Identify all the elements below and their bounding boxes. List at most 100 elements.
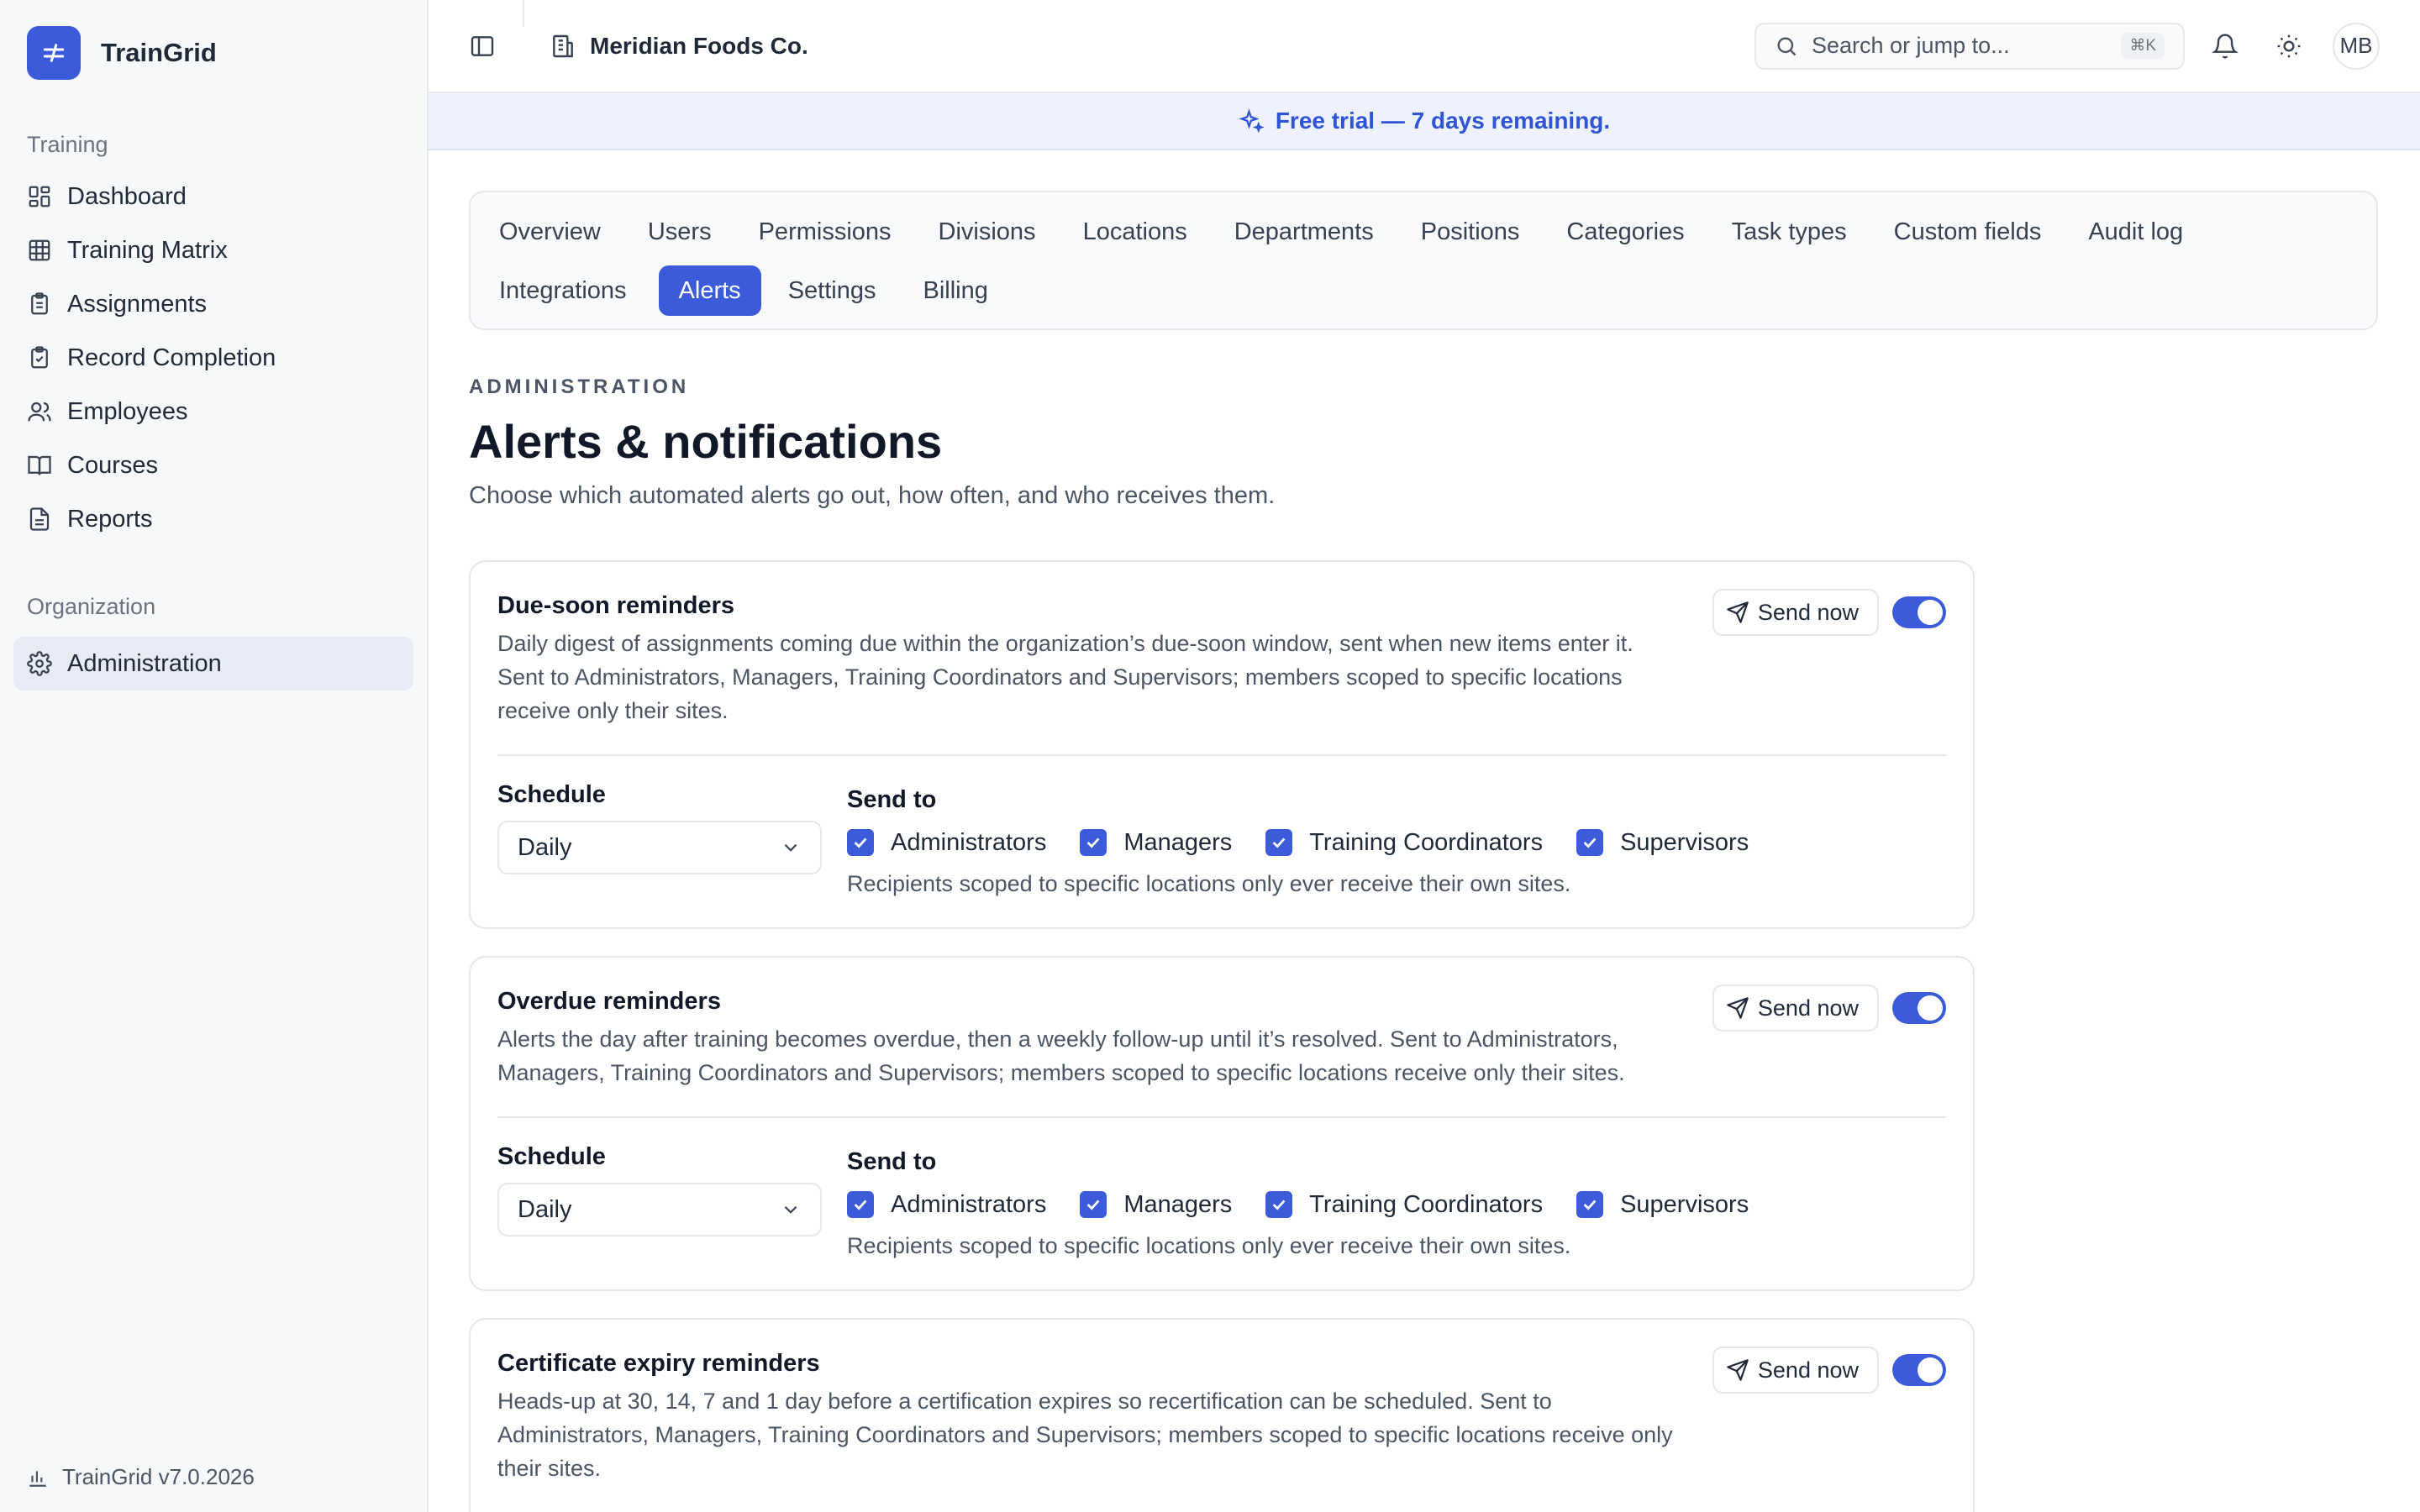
tabs-row-1: Overview Users Permissions Divisions Loc… [484, 202, 2363, 261]
alert-title: Due-soon reminders [497, 592, 734, 619]
tab-task-types[interactable]: Task types [1717, 207, 1862, 257]
page-content: Overview Users Permissions Divisions Loc… [429, 150, 2420, 1512]
tab-categories[interactable]: Categories [1551, 207, 1699, 257]
alert-enabled-toggle[interactable] [1892, 596, 1946, 628]
tab-permissions[interactable]: Permissions [744, 207, 907, 257]
send-now-label: Send now [1757, 1357, 1859, 1383]
main-content: Meridian Foods Co. Search or jump to... … [429, 0, 2420, 1512]
tabs-row-2: Integrations Alerts Settings Billing [484, 261, 2363, 320]
checkbox-checked-icon [1080, 829, 1107, 856]
tab-custom-fields[interactable]: Custom fields [1879, 207, 2057, 257]
recipient-label: Administrators [891, 1190, 1047, 1218]
org-name: Meridian Foods Co. [590, 32, 808, 59]
sun-icon [2277, 34, 2301, 57]
checkbox-checked-icon [847, 1191, 874, 1218]
tab-positions[interactable]: Positions [1406, 207, 1535, 257]
bell-icon [2212, 34, 2238, 59]
tab-alerts[interactable]: Alerts [658, 265, 761, 316]
toggle-sidebar-button[interactable] [459, 23, 506, 70]
send-to-label: Send to [847, 1148, 937, 1175]
checkbox-checked-icon [1576, 829, 1604, 856]
notifications-button[interactable] [2202, 23, 2249, 70]
card-divider [497, 754, 1946, 756]
sidebar-item-training-matrix[interactable]: Training Matrix [13, 223, 413, 277]
recipient-checkbox-administrators[interactable]: Administrators [847, 826, 1046, 859]
alert-card-overdue: Overdue reminders Alerts the day after t… [469, 956, 1975, 1291]
search-input[interactable]: Search or jump to... ⌘K [1754, 22, 2185, 70]
send-icon [1727, 1359, 1749, 1381]
sidebar-item-record-completion[interactable]: Record Completion [13, 331, 413, 385]
sidebar-item-dashboard[interactable]: Dashboard [13, 170, 413, 223]
schedule-value: Daily [518, 1195, 572, 1223]
sidebar: TrainGrid Training Dashboard Training Ma… [0, 0, 429, 1512]
tab-audit-log[interactable]: Audit log [2073, 207, 2198, 257]
recipients-hint: Recipients scoped to specific locations … [847, 1233, 1571, 1258]
tab-users[interactable]: Users [633, 207, 727, 257]
recipient-label: Administrators [891, 828, 1047, 856]
recipient-checkbox-managers[interactable]: Managers [1080, 1188, 1232, 1221]
theme-toggle-button[interactable] [2265, 23, 2312, 70]
tab-overview[interactable]: Overview [484, 207, 616, 257]
sidebar-item-reports[interactable]: Reports [13, 492, 413, 546]
sidebar-item-assignments[interactable]: Assignments [13, 277, 413, 331]
schedule-select[interactable]: Daily [497, 1183, 822, 1236]
tab-settings[interactable]: Settings [773, 265, 892, 316]
search-placeholder: Search or jump to... [1812, 33, 2010, 58]
recipient-checkbox-supervisors[interactable]: Supervisors [1576, 1188, 1749, 1221]
recipient-label: Training Coordinators [1309, 1190, 1544, 1218]
alert-enabled-toggle[interactable] [1892, 1354, 1946, 1386]
recipient-label: Managers [1123, 1190, 1233, 1218]
recipients-hint: Recipients scoped to specific locations … [847, 871, 1571, 896]
send-now-label: Send now [1757, 599, 1859, 625]
sidebar-item-courses[interactable]: Courses [13, 438, 413, 492]
send-now-label: Send now [1757, 995, 1859, 1021]
topbar-divider [523, 0, 524, 27]
tab-billing[interactable]: Billing [908, 265, 1002, 316]
org-switcher[interactable]: Meridian Foods Co. [550, 33, 808, 60]
send-now-button[interactable]: Send now [1712, 1347, 1879, 1394]
alert-card-certificate-expiry: Certificate expiry reminders Heads-up at… [469, 1318, 1975, 1512]
tab-divisions[interactable]: Divisions [923, 207, 1051, 257]
send-now-button[interactable]: Send now [1712, 984, 1879, 1032]
recipient-checkbox-managers[interactable]: Managers [1080, 826, 1232, 859]
avatar[interactable]: MB [2333, 22, 2380, 70]
nav-section-organization: Organization [27, 594, 156, 619]
recipient-checkbox-training-coordinators[interactable]: Training Coordinators [1265, 826, 1543, 859]
checkbox-checked-icon [1265, 829, 1293, 856]
recipient-checkbox-supervisors[interactable]: Supervisors [1576, 826, 1749, 859]
app-logo-icon [27, 26, 81, 80]
schedule-label: Schedule [497, 1143, 606, 1170]
alert-description: Daily digest of assignments coming due w… [497, 631, 1634, 723]
recipient-checkbox-training-coordinators[interactable]: Training Coordinators [1265, 1188, 1543, 1221]
grid-icon [29, 239, 50, 261]
sidebar-item-administration[interactable]: Administration [13, 637, 413, 690]
topbar: Meridian Foods Co. Search or jump to... … [429, 0, 2420, 93]
brand[interactable]: TrainGrid [0, 0, 427, 106]
trial-banner-text: Free trial — 7 days remaining. [1275, 108, 1611, 134]
recipient-label: Training Coordinators [1309, 828, 1544, 856]
alert-enabled-toggle[interactable] [1892, 992, 1946, 1024]
users-icon [28, 402, 51, 422]
app-name: TrainGrid [101, 38, 217, 67]
page-eyebrow: ADMINISTRATION [469, 375, 690, 398]
schedule-select[interactable]: Daily [497, 821, 822, 874]
sidebar-item-label: Assignments [67, 290, 208, 318]
chevron-down-icon [784, 843, 797, 852]
tab-integrations[interactable]: Integrations [484, 265, 642, 316]
recipient-checkbox-administrators[interactable]: Administrators [847, 1188, 1046, 1221]
sidebar-item-employees[interactable]: Employees [13, 385, 413, 438]
sidebar-item-label: Administration [67, 649, 222, 677]
nav-section-training: Training [27, 132, 108, 157]
sidebar-toggle-icon [471, 35, 494, 56]
send-now-button[interactable]: Send now [1712, 589, 1879, 636]
alert-card-due-soon: Due-soon reminders Daily digest of assig… [469, 560, 1975, 929]
tab-departments[interactable]: Departments [1219, 207, 1389, 257]
sidebar-item-label: Employees [67, 397, 188, 425]
dashboard-icon [29, 186, 50, 207]
sidebar-item-label: Reports [67, 505, 153, 533]
checkbox-checked-icon [1265, 1191, 1293, 1218]
building-icon [553, 34, 573, 57]
file-text-icon [29, 507, 50, 531]
tab-locations[interactable]: Locations [1068, 207, 1202, 257]
search-shortcut: ⌘K [2121, 33, 2165, 59]
